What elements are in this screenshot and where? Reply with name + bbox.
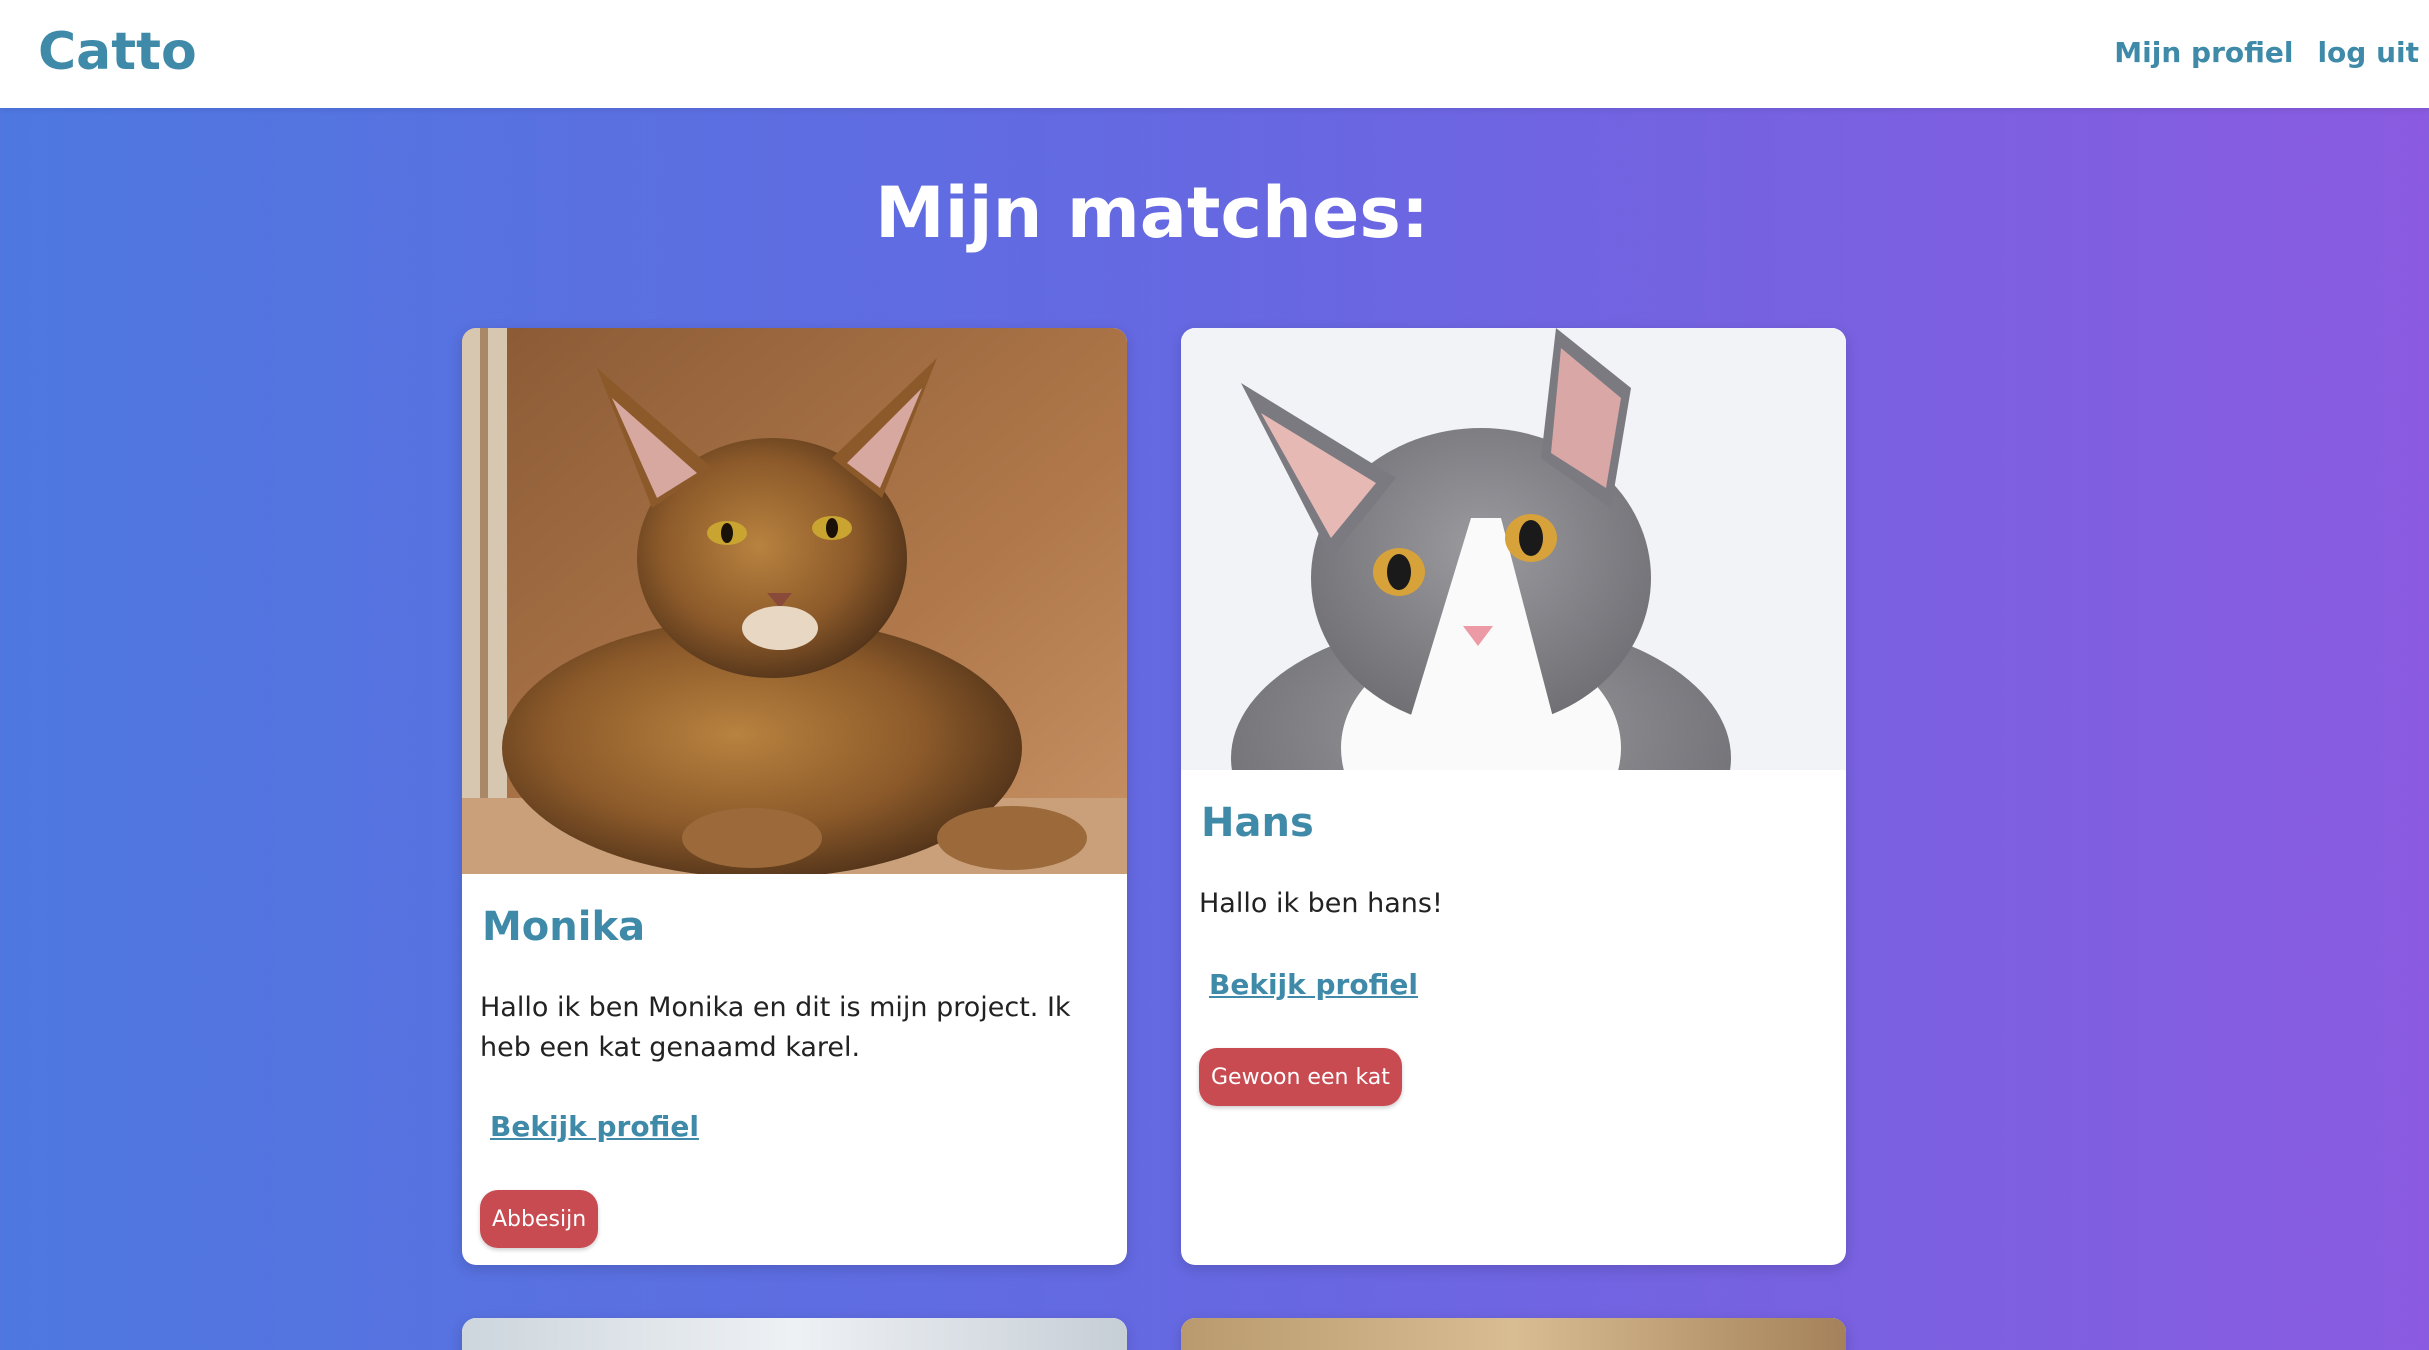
view-profile-link[interactable]: Bekijk profiel — [1209, 968, 1418, 1001]
cat-photo-gray-white — [1181, 328, 1846, 770]
match-card-partial-2 — [1181, 1318, 1846, 1350]
card-name: Hans — [1201, 800, 1314, 846]
cat-photo-partial — [462, 1318, 1127, 1350]
breed-tag: Gewoon een kat — [1199, 1048, 1402, 1106]
card-description: Hallo ik ben Monika en dit is mijn proje… — [480, 992, 1071, 1063]
logo[interactable]: Catto — [38, 22, 197, 82]
top-navbar: Catto Mijn profiel log uit — [0, 0, 2429, 108]
main-nav: Mijn profiel log uit — [2114, 36, 2419, 69]
match-card-hans: Hans Hallo ik ben hans! Bekijk profiel G… — [1181, 328, 1846, 1265]
nav-link-logout[interactable]: log uit — [2317, 36, 2419, 69]
match-card-partial-1 — [462, 1318, 1127, 1350]
view-profile-link[interactable]: Bekijk profiel — [490, 1110, 699, 1143]
breed-tag: Abbesijn — [480, 1190, 599, 1248]
match-card-monika: Monika Hallo ik ben Monika en dit is mij… — [462, 328, 1127, 1265]
nav-link-my-profile[interactable]: Mijn profiel — [2114, 36, 2293, 69]
page-title: Mijn matches: — [875, 172, 1429, 254]
card-name: Monika — [482, 904, 646, 950]
card-description: Hallo ik ben hans! — [1199, 888, 1443, 919]
cat-photo-abyssinian — [462, 328, 1127, 874]
cat-photo-partial — [1181, 1318, 1846, 1350]
